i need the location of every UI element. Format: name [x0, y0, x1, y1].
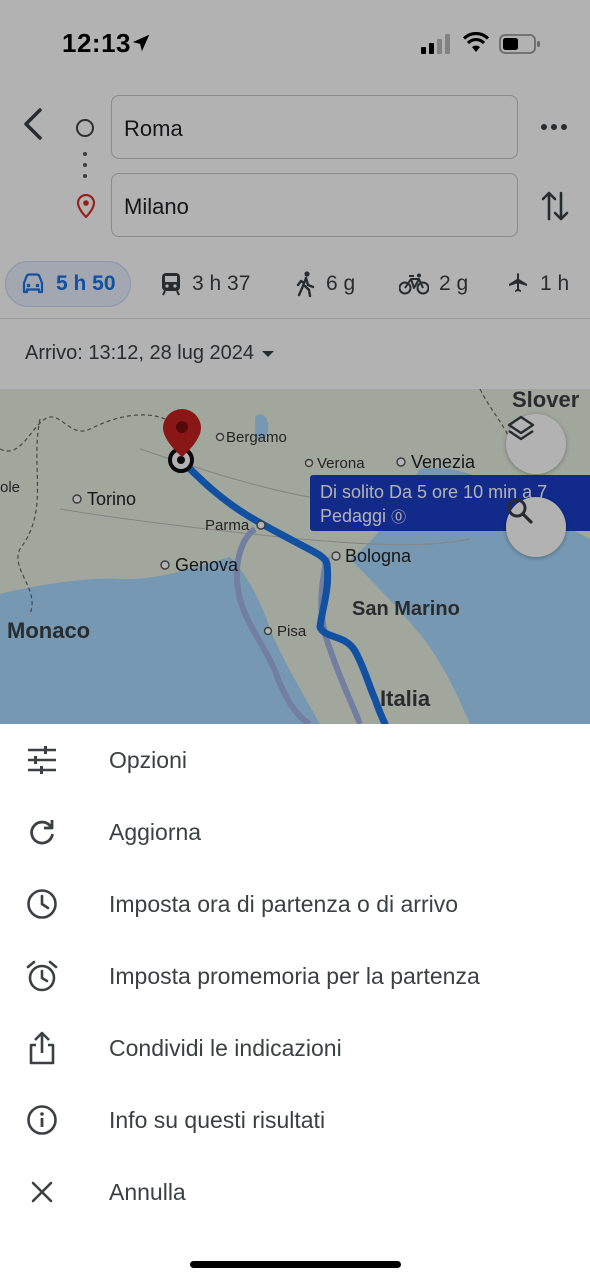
refresh-icon [24, 814, 60, 850]
info-icon [24, 1102, 60, 1138]
home-indicator[interactable] [190, 1261, 401, 1268]
menu-label-refresh: Aggiorna [109, 819, 202, 845]
tune-icon [24, 742, 60, 778]
menu-label-cancel: Annulla [109, 1179, 186, 1205]
share-icon [24, 1030, 60, 1066]
modal-scrim[interactable] [0, 0, 590, 724]
menu-label-info: Info su questi risultati [109, 1107, 326, 1133]
menu-item-set-time[interactable]: Imposta ora di partenza o di arrivo [0, 868, 590, 940]
menu-label-options: Opzioni [109, 747, 187, 773]
menu-item-share[interactable]: Condividi le indicazioni [0, 1012, 590, 1084]
menu-label-reminder: Imposta promemoria per la partenza [109, 963, 480, 989]
action-sheet: Opzioni Aggiorna Imposta ora di partenza… [0, 724, 590, 1280]
directions-screen: 12:13 Roma Milano 5 h 50 3 h 37 6 g 2 g … [0, 0, 590, 724]
close-icon [24, 1174, 60, 1210]
clock-icon [24, 886, 60, 922]
menu-item-reminder[interactable]: Imposta promemoria per la partenza [0, 940, 590, 1012]
menu-label-set-time: Imposta ora di partenza o di arrivo [109, 891, 459, 917]
menu-item-info[interactable]: Info su questi risultati [0, 1084, 590, 1156]
menu-label-share: Condividi le indicazioni [109, 1035, 342, 1061]
menu-item-cancel[interactable]: Annulla [0, 1156, 590, 1228]
menu-item-refresh[interactable]: Aggiorna [0, 796, 590, 868]
menu-item-options[interactable]: Opzioni [0, 724, 590, 796]
alarm-icon [24, 958, 60, 994]
